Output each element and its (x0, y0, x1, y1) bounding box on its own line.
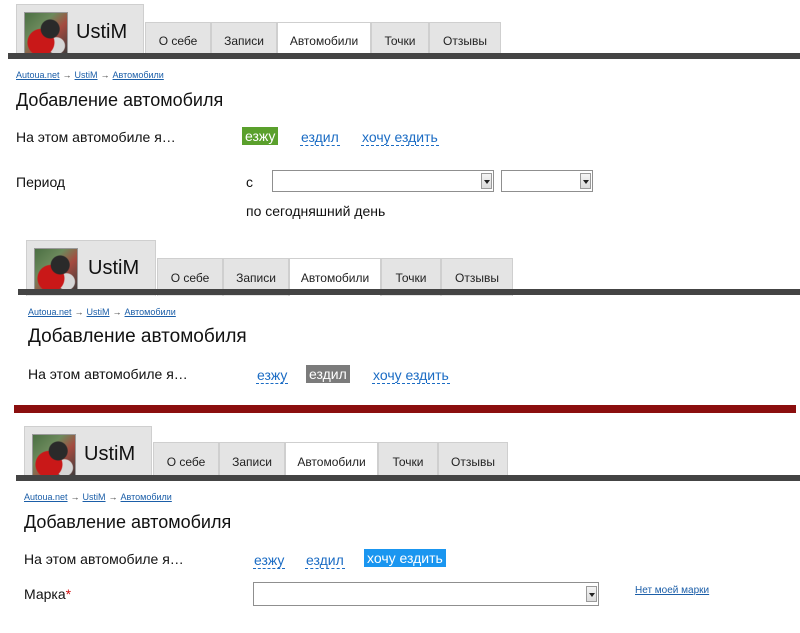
page-title: Добавление автомобиля (16, 90, 224, 110)
breadcrumb-user[interactable]: UstiM (87, 307, 110, 317)
period-year-select[interactable] (501, 170, 593, 192)
brand-label: Марка* (24, 586, 71, 602)
option-want[interactable]: хочу ездить (364, 549, 446, 567)
profile-box[interactable]: UstiM (24, 426, 152, 480)
period-until-label: по сегодняшний день (246, 203, 386, 219)
period-from-label: с (246, 174, 253, 190)
option-drive[interactable]: езжу (256, 367, 289, 384)
profile-name[interactable]: UstiM (88, 257, 139, 280)
breadcrumb-arrow: → (62, 70, 72, 80)
breadcrumb-section[interactable]: Автомобили (113, 70, 164, 80)
breadcrumb-arrow: → (108, 492, 118, 502)
breadcrumb: Autoua.net → UstiM → Автомобили (28, 307, 176, 317)
avatar[interactable] (34, 248, 78, 292)
page-title: Добавление автомобиля (28, 326, 247, 347)
option-drove[interactable]: ездил (305, 552, 345, 569)
profile-box[interactable]: UstiM (26, 240, 156, 296)
breadcrumb: Autoua.net → UstiM → Автомобили (16, 70, 164, 80)
question-label: На этом автомобиле я… (24, 551, 184, 567)
brand-select[interactable] (253, 582, 599, 606)
tabbar-line (16, 475, 800, 481)
breadcrumb-user[interactable]: UstiM (75, 70, 98, 80)
option-drove[interactable]: ездил (300, 129, 340, 146)
profile-box[interactable]: UstiM (16, 4, 144, 58)
breadcrumb-arrow: → (112, 307, 122, 317)
panel-state-1: UstiM О себе Записи Автомобили Точки Отз… (0, 0, 800, 225)
panel-state-2: UstiM О себе Записи Автомобили Точки Отз… (0, 236, 800, 416)
option-drive[interactable]: езжу (242, 127, 279, 145)
missing-brand-link[interactable]: Нет моей марки (635, 585, 709, 596)
breadcrumb-section[interactable]: Автомобили (125, 307, 176, 317)
panel-state-3: UstiM О себе Записи Автомобили Точки Отз… (0, 422, 800, 633)
period-label: Период (16, 174, 66, 190)
question-label: На этом автомобиле я… (28, 366, 188, 382)
tabbar-line (18, 289, 800, 295)
breadcrumb-user[interactable]: UstiM (83, 492, 106, 502)
avatar[interactable] (32, 434, 76, 478)
profile-name[interactable]: UstiM (84, 443, 135, 466)
chevron-down-icon[interactable] (580, 173, 591, 189)
breadcrumb-arrow: → (74, 307, 84, 317)
breadcrumb-section[interactable]: Автомобили (121, 492, 172, 502)
question-label: На этом автомобиле я… (16, 129, 176, 145)
period-month-select[interactable] (272, 170, 494, 192)
option-drove[interactable]: ездил (306, 365, 350, 383)
breadcrumb-arrow: → (70, 492, 80, 502)
option-want[interactable]: хочу ездить (372, 367, 450, 384)
chevron-down-icon[interactable] (481, 173, 492, 189)
section-divider (14, 405, 796, 413)
brand-label-text: Марка (24, 586, 66, 602)
breadcrumb-site[interactable]: Autoua.net (28, 307, 72, 317)
breadcrumb-site[interactable]: Autoua.net (24, 492, 68, 502)
option-want[interactable]: хочу ездить (361, 129, 439, 146)
required-mark: * (65, 586, 72, 602)
breadcrumb-site[interactable]: Autoua.net (16, 70, 60, 80)
profile-name[interactable]: UstiM (76, 21, 127, 44)
page-title: Добавление автомобиля (24, 512, 232, 532)
chevron-down-icon[interactable] (586, 586, 597, 602)
option-drive[interactable]: езжу (253, 552, 286, 569)
tabbar-line (8, 53, 800, 59)
breadcrumb: Autoua.net → UstiM → Автомобили (24, 492, 172, 502)
avatar[interactable] (24, 12, 68, 56)
breadcrumb-arrow: → (100, 70, 110, 80)
